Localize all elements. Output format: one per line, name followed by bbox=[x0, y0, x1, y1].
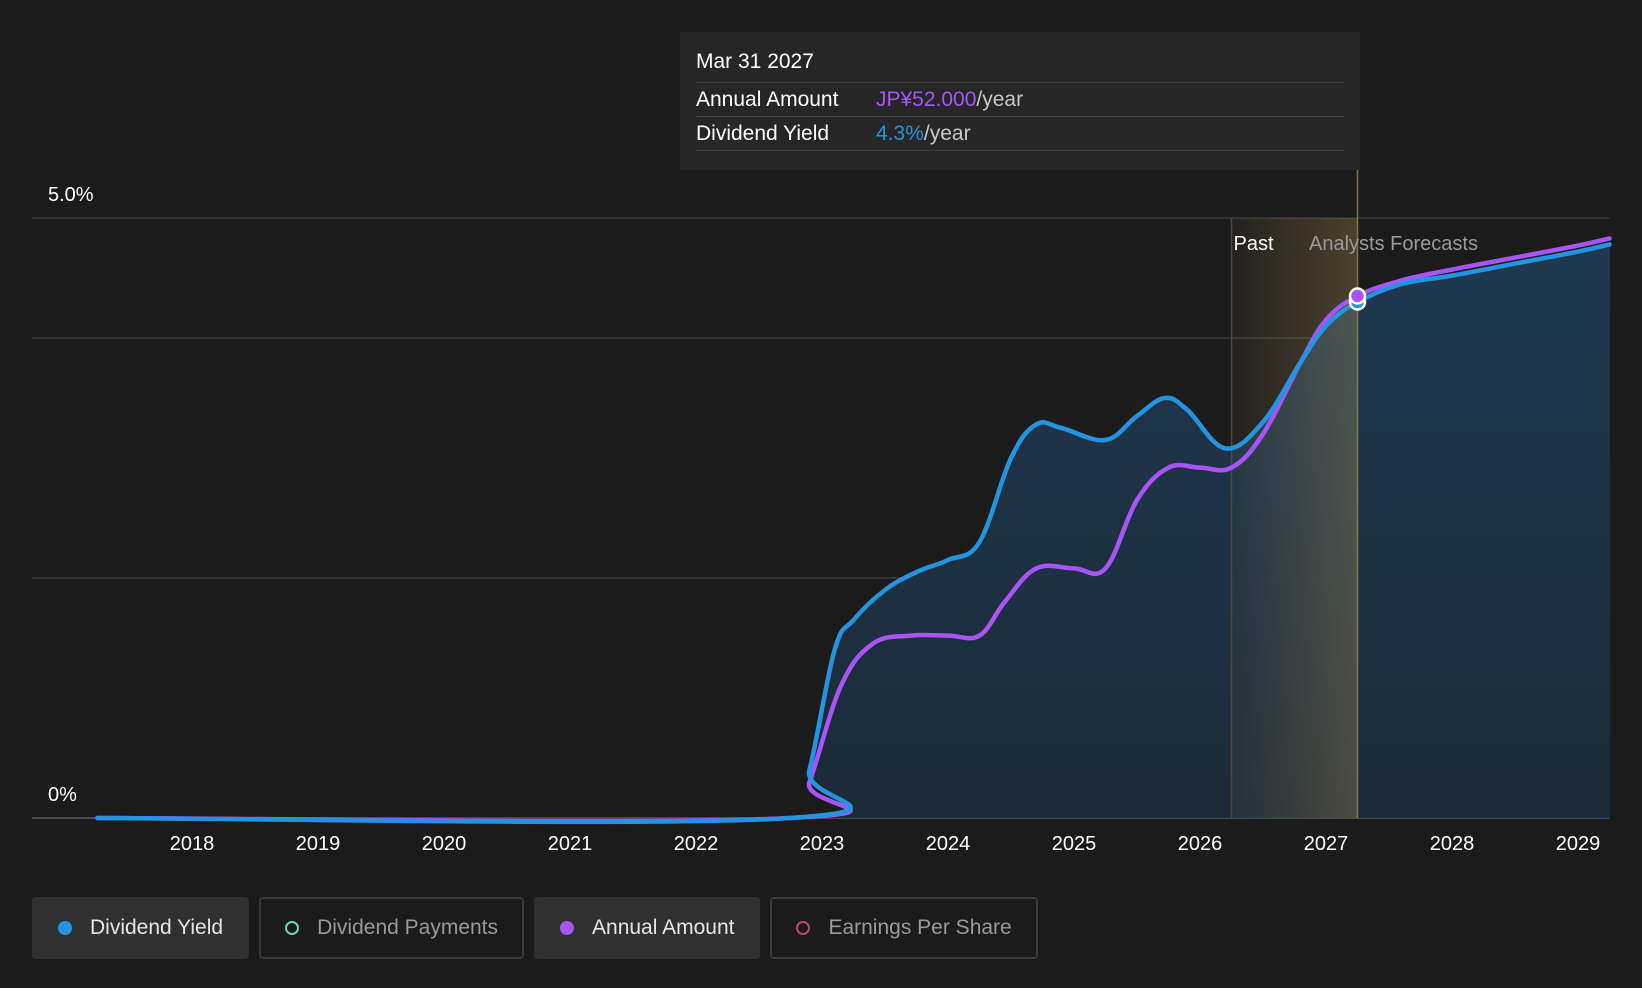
x-tick-label: 2020 bbox=[422, 833, 467, 855]
legend-earnings-per-share-button[interactable]: Earnings Per Share bbox=[770, 897, 1038, 959]
past-label: Past bbox=[1234, 233, 1274, 255]
x-tick-label: 2021 bbox=[548, 833, 593, 855]
tooltip-row-dividend-yield: Dividend Yield 4.3% /year bbox=[696, 117, 1344, 151]
x-tick-label: 2025 bbox=[1052, 833, 1097, 855]
x-tick-label: 2026 bbox=[1178, 833, 1223, 855]
x-tick-label: 2029 bbox=[1556, 833, 1601, 855]
x-tick-label: 2027 bbox=[1304, 833, 1349, 855]
forecast-label: Analysts Forecasts bbox=[1309, 233, 1478, 255]
x-tick-label: 2023 bbox=[800, 833, 845, 855]
x-tick-label: 2018 bbox=[170, 833, 215, 855]
legend-dividend-yield-button[interactable]: Dividend Yield bbox=[32, 897, 250, 959]
x-tick-label: 2019 bbox=[296, 833, 341, 855]
legend-label: Earnings Per Share bbox=[828, 916, 1012, 939]
legend-annual-amount-button[interactable]: Annual Amount bbox=[534, 897, 761, 959]
tooltip-value: JP¥52.000 bbox=[876, 87, 977, 111]
chart-tooltip: Mar 31 2027 Annual Amount JP¥52.000 /yea… bbox=[680, 32, 1360, 170]
x-tick-label: 2028 bbox=[1430, 833, 1475, 855]
tooltip-row-annual-amount: Annual Amount JP¥52.000 /year bbox=[696, 83, 1344, 117]
tooltip-label: Dividend Yield bbox=[696, 121, 830, 145]
annual-amount-marker bbox=[1348, 287, 1367, 305]
legend-dividend-payments-button[interactable]: Dividend Payments bbox=[259, 897, 525, 959]
tooltip-unit: /year bbox=[976, 87, 1024, 111]
x-tick-label: 2024 bbox=[926, 833, 971, 855]
marker-layer bbox=[1348, 287, 1367, 311]
legend-label: Dividend Payments bbox=[317, 916, 499, 939]
legend-dot-icon bbox=[796, 921, 811, 935]
y-tick-label: 0% bbox=[48, 784, 77, 806]
chart-legend: Dividend Yield Dividend Payments Annual … bbox=[32, 897, 1038, 959]
legend-dot-icon bbox=[560, 921, 575, 935]
legend-dot-icon bbox=[58, 921, 72, 935]
area-layer bbox=[97, 244, 1610, 822]
highlight-layer bbox=[1230, 170, 1359, 818]
legend-dot-icon bbox=[285, 921, 300, 935]
tooltip-label: Annual Amount bbox=[696, 87, 839, 111]
dividend-yield-area bbox=[97, 244, 1610, 822]
y-tick-label: 5.0% bbox=[48, 184, 94, 206]
tooltip-unit: /year bbox=[923, 121, 971, 145]
x-tick-label: 2022 bbox=[674, 833, 719, 855]
legend-label: Annual Amount bbox=[592, 916, 735, 939]
legend-label: Dividend Yield bbox=[90, 916, 224, 939]
tooltip-value: 4.3% bbox=[876, 121, 924, 145]
tooltip-date: Mar 31 2027 bbox=[696, 48, 1344, 83]
